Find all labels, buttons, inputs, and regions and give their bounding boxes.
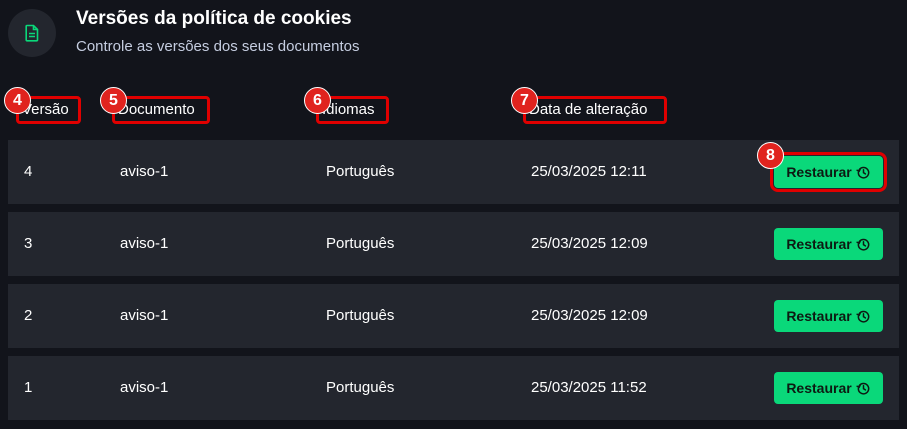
table-row: 3 aviso-1 Português 25/03/2025 12:09 Res… [8,212,899,276]
restore-button-label: Restaurar [786,308,852,324]
cell-language: Português [326,163,395,180]
cell-document: aviso-1 [120,379,169,396]
cell-version: 1 [24,379,33,396]
history-restore-icon [856,165,871,180]
annotation-badge-languages: 6 [304,87,331,114]
restore-button[interactable]: Restaurar [774,228,883,260]
page-header: Versões da política de cookies Controle … [0,0,907,70]
cell-date: 25/03/2025 11:52 [531,379,647,396]
cell-document: aviso-1 [120,307,169,324]
cell-language: Português [326,235,395,252]
cell-date: 25/03/2025 12:09 [531,307,648,324]
history-restore-icon [856,381,871,396]
cell-version: 2 [24,307,33,324]
restore-button[interactable]: Restaurar [774,372,883,404]
document-icon-circle [8,9,56,57]
annotation-badge-version: 4 [4,87,31,114]
cell-date: 25/03/2025 12:11 [531,163,647,180]
annotation-badge-date: 7 [511,87,538,114]
document-icon [25,24,39,42]
history-restore-icon [856,237,871,252]
cell-version: 4 [24,163,33,180]
restore-button[interactable]: Restaurar [774,300,883,332]
history-restore-icon [856,309,871,324]
restore-button-label: Restaurar [786,380,852,396]
restore-button-label: Restaurar [786,164,852,180]
restore-button[interactable]: Restaurar [770,152,887,192]
annotation-badge-document: 5 [100,87,127,114]
annotation-badge-restore: 8 [757,142,784,169]
restore-button-label: Restaurar [786,236,852,252]
cell-language: Português [326,379,395,396]
table-row: 1 aviso-1 Português 25/03/2025 11:52 Res… [8,356,899,420]
cell-language: Português [326,307,395,324]
cell-version: 3 [24,235,33,252]
column-header-date: Data de alteração [523,96,667,124]
cell-date: 25/03/2025 12:09 [531,235,648,252]
table-row: 2 aviso-1 Português 25/03/2025 12:09 Res… [8,284,899,348]
cell-document: aviso-1 [120,235,169,252]
page-subtitle: Controle as versões dos seus documentos [76,38,360,55]
page-title: Versões da política de cookies [76,8,352,29]
cell-document: aviso-1 [120,163,169,180]
